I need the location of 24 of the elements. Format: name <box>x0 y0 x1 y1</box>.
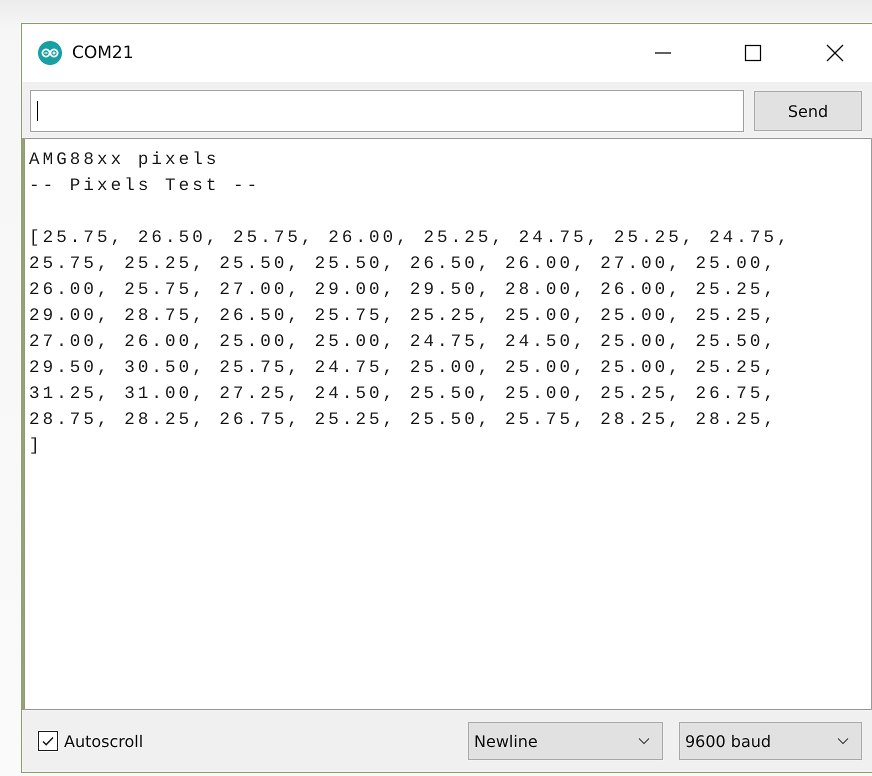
output-line: -- Pixels Test -- <box>29 175 262 198</box>
chevron-down-icon <box>837 737 849 745</box>
chevron-down-icon <box>638 737 650 745</box>
autoscroll-label: Autoscroll <box>64 732 144 750</box>
baud-rate-dropdown[interactable]: 9600 baud <box>679 722 862 760</box>
output-line: [25.75, 26.50, 25.75, 26.00, 25.25, 24.75, 25.25, 24.75, <box>29 227 792 250</box>
output-line: 27.00, 26.00, 25.00, 25.00, 24.75, 24.50, 25.00, 25.50, <box>29 331 778 354</box>
output-line: 31.25, 31.00, 27.25, 24.50, 25.50, 25.00, 25.25, 26.75, <box>29 383 778 406</box>
line-ending-dropdown[interactable]: Newline <box>468 722 663 760</box>
output-line: 28.75, 28.25, 26.75, 25.25, 25.50, 25.75, 28.25, 28.25, <box>29 409 778 432</box>
close-icon <box>825 43 845 63</box>
output-line: 29.00, 28.75, 26.50, 25.75, 25.25, 25.00, 25.00, 25.25, <box>29 305 778 328</box>
minimize-icon <box>655 52 671 54</box>
output-line: AMG88xx pixels <box>29 149 220 172</box>
app-logo-icon <box>38 41 62 65</box>
output-line: 26.00, 25.75, 27.00, 29.00, 29.50, 28.00, 26.00, 25.25, <box>29 279 778 302</box>
output-line: ] <box>29 435 44 458</box>
autoscroll-checkbox[interactable] <box>38 731 58 751</box>
window-title: COM21 <box>72 43 134 63</box>
output-line: 25.75, 25.25, 25.50, 25.50, 26.50, 26.00, 27.00, 25.00, <box>29 253 778 276</box>
maximize-icon <box>743 43 763 63</box>
output-line: 29.50, 30.50, 25.75, 24.75, 25.00, 25.00, 25.00, 25.25, <box>29 357 778 380</box>
send-button[interactable]: Send <box>754 91 862 131</box>
message-input-field[interactable] <box>30 90 744 132</box>
